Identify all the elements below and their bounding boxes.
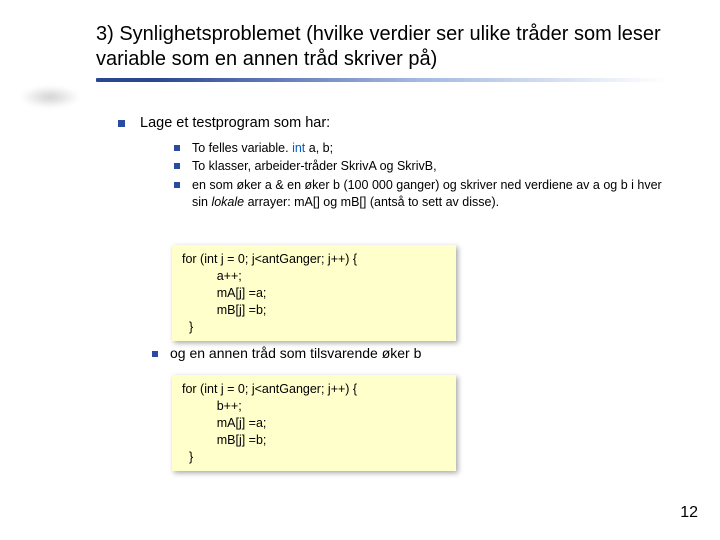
code-block-1: for (int j = 0; j<antGanger; j++) { a++;… xyxy=(172,245,456,341)
decorative-shadow xyxy=(20,86,80,108)
bullet-main-text: Lage et testprogram som har: xyxy=(140,115,330,131)
sub-bullets: To felles variable. int a, b; To klasser… xyxy=(174,140,678,212)
sub-bullet-2: To klasser, arbeider-tråder SkrivA og Sk… xyxy=(174,158,678,175)
title-block: 3) Synlighetsproblemet (hvilke verdier s… xyxy=(96,22,666,82)
sub-bullet-3: en som øker a & en øker b (100 000 gange… xyxy=(174,177,678,211)
after-code-text: og en annen tråd som tilsvarende øker b xyxy=(170,345,421,361)
sub-bullet-1: To felles variable. int a, b; xyxy=(174,140,678,157)
title-underline xyxy=(96,78,666,82)
slide-title: 3) Synlighetsproblemet (hvilke verdier s… xyxy=(96,22,666,72)
after-code-bullet: og en annen tråd som tilsvarende øker b xyxy=(152,345,421,361)
sub1-pre: To felles variable. xyxy=(192,141,292,155)
sub3-ital: lokale xyxy=(211,195,244,209)
keyword-int: int xyxy=(292,141,305,155)
sub1-post: a, b; xyxy=(305,141,333,155)
page-number: 12 xyxy=(680,504,698,522)
sub3-post: arrayer: mA[] og mB[] (antså to sett av … xyxy=(244,195,499,209)
body-content: Lage et testprogram som har: To felles v… xyxy=(118,114,678,221)
sub2-text: To klasser, arbeider-tråder SkrivA og Sk… xyxy=(192,159,437,173)
bullet-main: Lage et testprogram som har: To felles v… xyxy=(118,114,678,211)
after-code-bullet-row: og en annen tråd som tilsvarende øker b xyxy=(152,345,421,363)
slide: 3) Synlighetsproblemet (hvilke verdier s… xyxy=(0,0,720,540)
code-block-2: for (int j = 0; j<antGanger; j++) { b++;… xyxy=(172,375,456,471)
